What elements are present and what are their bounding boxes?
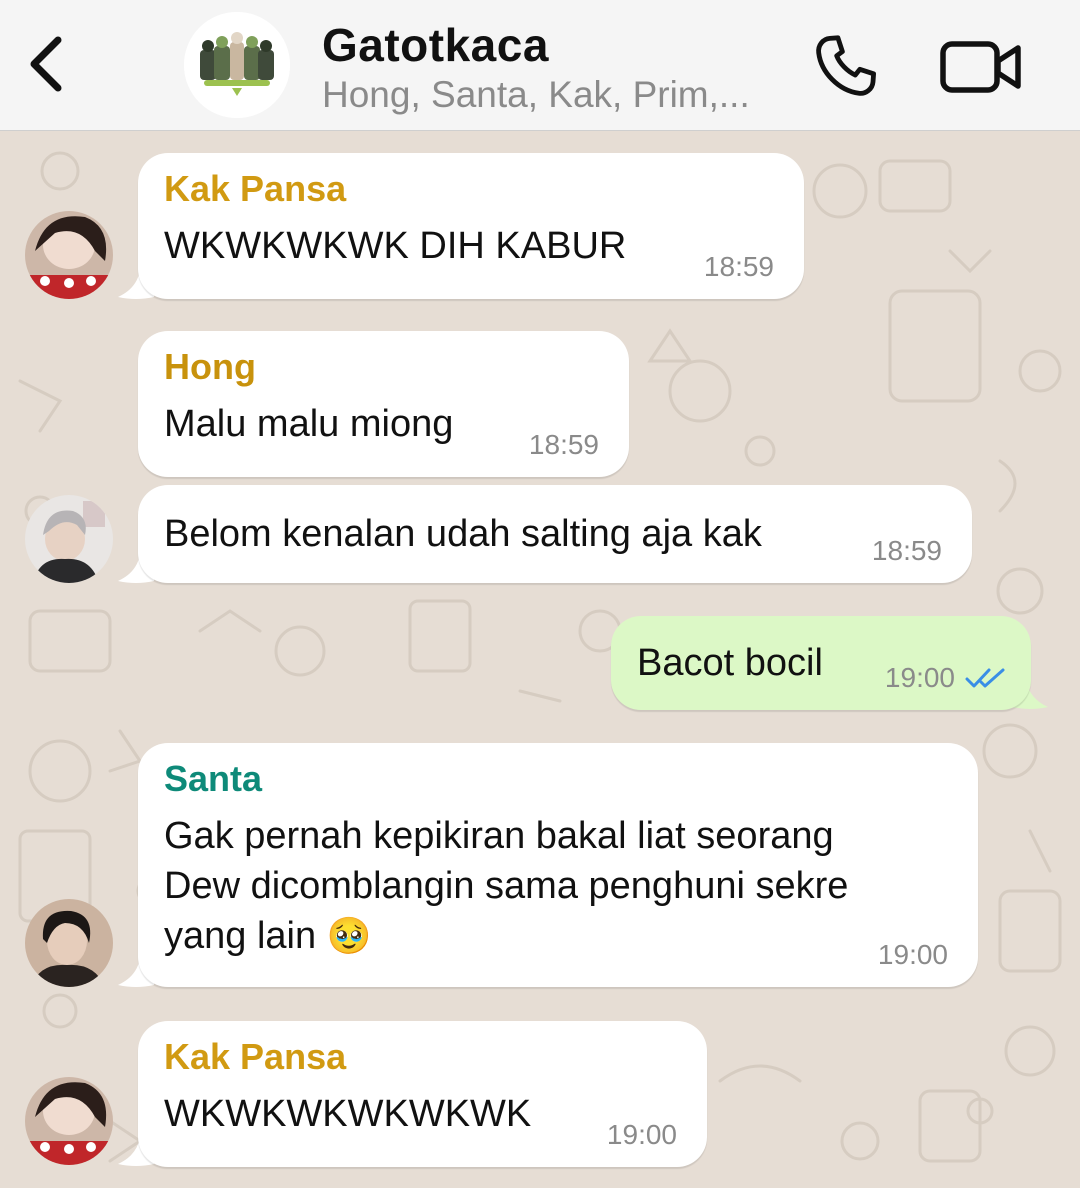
message-time: 19:00 [877,939,948,970]
video-call-button[interactable] [938,36,1024,98]
chat-header: Gatotkaca Hong, Santa, Kak, Prim,... [0,0,1080,131]
avatar-kak-pansa[interactable] [25,211,113,299]
chat-title[interactable]: Gatotkaca [322,18,549,72]
sender-name: Santa [164,758,263,799]
video-camera-icon [940,41,1021,93]
message-bubble-outgoing[interactable]: Bacot bocil 19:00 [611,616,1031,710]
voice-call-button[interactable] [810,30,882,102]
message-bubble[interactable]: Kak Pansa WKWKWKWKWKWK 19:00 [138,1021,707,1167]
group-avatar[interactable] [184,12,290,118]
message-bubble[interactable]: Santa Gak pernah kepikiran bakal liat se… [138,743,978,987]
message-time: 18:59 [528,429,599,460]
message-text: WKWKWKWKWKWK [164,1093,532,1135]
message-time: 18:59 [871,535,942,566]
avatar-kak-pansa[interactable] [25,1077,113,1165]
chat-area[interactable]: Kak Pansa WKWKWKWK DIH KABUR 18:59 Hong … [0,131,1080,1188]
chevron-left-icon [30,36,62,92]
avatar-santa[interactable] [25,899,113,987]
message-text-line: Gak pernah kepikiran bakal liat seorang [164,815,834,857]
sender-name: Kak Pansa [164,1036,347,1077]
avatar-photo [25,1077,113,1165]
double-check-icon [965,668,1005,688]
message-bubble[interactable]: Hong Malu malu miong 18:59 [138,331,629,477]
participants-subtitle[interactable]: Hong, Santa, Kak, Prim,... [322,74,750,116]
message-bubble[interactable]: Belom kenalan udah salting aja kak 18:59 [138,485,972,583]
message-text: WKWKWKWK DIH KABUR [164,225,627,267]
sender-name: Kak Pansa [164,168,347,209]
avatar-photo [25,211,113,299]
message-time: 18:59 [703,251,774,282]
back-button[interactable] [22,28,76,100]
message-text: Belom kenalan udah salting aja kak [164,513,762,555]
sender-name: Hong [164,346,256,387]
message-text-line: Dew dicomblangin sama penghuni sekre [164,865,849,907]
message-bubble[interactable]: Kak Pansa WKWKWKWK DIH KABUR 18:59 [138,153,804,299]
avatar-photo [25,495,113,583]
group-logo-image [184,12,290,118]
message-text-line: yang lain [164,915,317,957]
message-time: 19:00 [884,662,955,693]
pleading-face-emoji: 🥹 [326,915,372,956]
avatar-photo [25,899,113,987]
phone-icon [816,35,876,96]
message-time: 19:00 [606,1119,677,1150]
avatar-hong[interactable] [25,495,113,583]
